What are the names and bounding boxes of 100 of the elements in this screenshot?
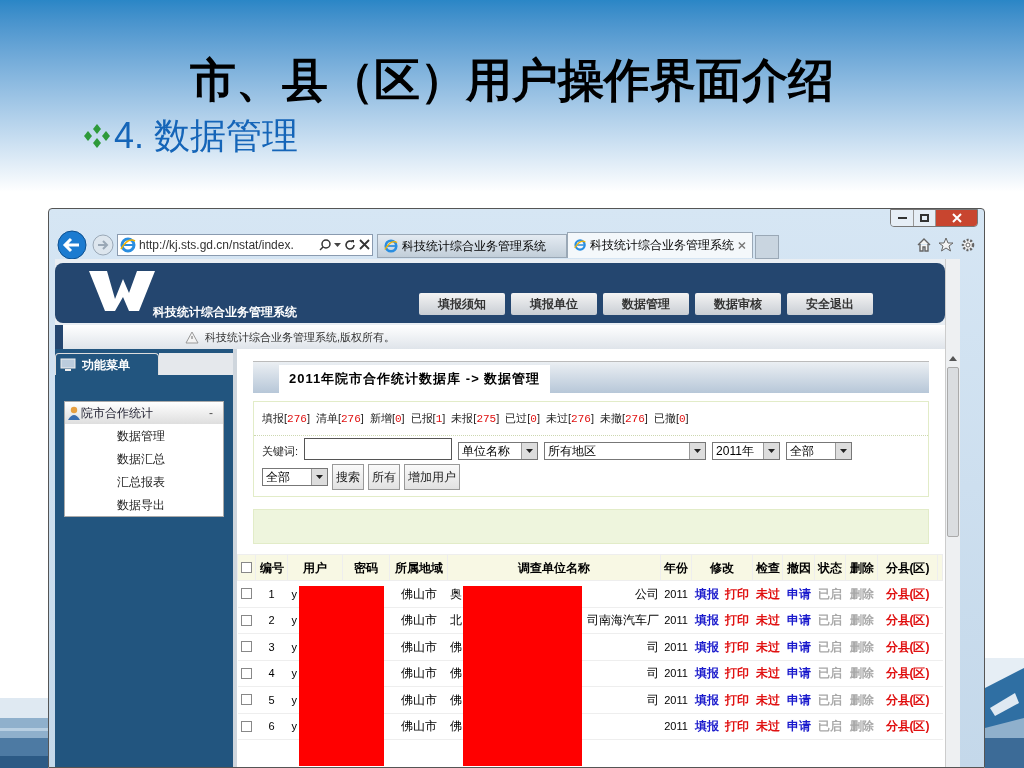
nav-button[interactable]: 安全退出	[787, 293, 873, 315]
table-link[interactable]: 申请	[786, 639, 811, 654]
table-link[interactable]: 未过	[755, 666, 780, 681]
minimize-button[interactable]	[891, 210, 913, 226]
settings-icon[interactable]	[960, 236, 976, 253]
table-link[interactable]: 打印	[725, 637, 750, 656]
stat-count: 未撤[276]	[599, 410, 648, 427]
table-link[interactable]: 未过	[755, 613, 780, 628]
dropdown-arrow-icon	[694, 449, 702, 453]
slide-subtitle: 4. 数据管理	[114, 114, 299, 158]
table-link[interactable]: 打印	[725, 717, 750, 736]
dropdown-arrow-icon	[316, 475, 323, 479]
table-cell-text: 北	[449, 612, 462, 630]
table-link[interactable]: 填报	[694, 664, 719, 683]
stop-icon[interactable]	[359, 239, 370, 250]
star-icon[interactable]	[938, 236, 954, 253]
table-link[interactable]: 申请	[786, 666, 811, 681]
table-link[interactable]: 申请	[786, 719, 811, 734]
table-cell-text: 司	[646, 638, 659, 656]
table-link[interactable]: 填报	[694, 611, 719, 630]
menu-item[interactable]: 数据汇总	[65, 447, 223, 470]
column-header: 密码	[342, 554, 390, 581]
dropdown[interactable]: 2011年	[712, 442, 781, 460]
checkbox[interactable]	[241, 720, 252, 732]
table-link[interactable]: 申请	[786, 692, 811, 707]
form-button[interactable]: 所有	[368, 464, 400, 490]
column-header: 修改	[691, 554, 753, 581]
table-cell: 2011	[660, 580, 692, 607]
dropdown[interactable]: 全部	[262, 468, 328, 486]
nav-button[interactable]: 数据审核	[695, 293, 781, 315]
scroll-up-icon[interactable]	[949, 355, 957, 361]
checkbox[interactable]	[241, 667, 252, 679]
scrollbar[interactable]	[945, 259, 960, 767]
close-tab-icon[interactable]	[738, 240, 746, 250]
table-cell: 5	[255, 686, 288, 713]
table-link[interactable]: 未过	[755, 719, 780, 734]
table-link[interactable]: 申请	[786, 586, 811, 601]
menu-tab[interactable]: 功能菜单	[55, 353, 159, 375]
back-button[interactable]	[55, 229, 89, 260]
table-cell-text: 佛	[449, 638, 462, 656]
menu-item[interactable]: 汇总报表	[65, 470, 223, 493]
maximize-button[interactable]	[913, 210, 935, 226]
menu-group-header[interactable]: 院市合作统计 -	[65, 402, 223, 424]
nav-button[interactable]: 填报须知	[419, 293, 505, 315]
checkbox[interactable]	[241, 588, 252, 600]
table-cell: 2011	[660, 713, 692, 740]
menu-item[interactable]: 数据管理	[65, 424, 223, 447]
dropdown-icon[interactable]	[334, 241, 341, 248]
table-link[interactable]: 填报	[694, 717, 719, 736]
dropdown[interactable]: 所有地区	[544, 442, 707, 460]
browser-tab[interactable]: 科技统计综合业务管理系统	[377, 233, 567, 258]
table-link[interactable]: 未过	[755, 639, 780, 654]
column-header: 调查单位名称	[447, 554, 661, 581]
table-link[interactable]: 打印	[725, 611, 750, 630]
table-cell: 佛山市	[389, 686, 448, 713]
checkbox[interactable]	[241, 562, 252, 573]
table-link[interactable]: 填报	[694, 584, 719, 603]
refresh-icon[interactable]	[344, 238, 356, 251]
checkbox[interactable]	[241, 694, 252, 706]
stat-count: 已撤[0]	[653, 410, 689, 427]
checkbox[interactable]	[241, 641, 252, 653]
table-cell-text: 佛	[449, 691, 462, 709]
dropdown[interactable]: 单位名称	[458, 442, 539, 460]
table-cell: y	[287, 713, 343, 740]
keyword-input[interactable]	[304, 438, 453, 460]
table-link[interactable]: 分县(区)	[885, 692, 930, 707]
column-header: 分县(区)	[877, 554, 938, 581]
checkbox[interactable]	[241, 614, 252, 626]
search-icon[interactable]	[319, 238, 331, 251]
nav-button[interactable]: 填报单位	[511, 293, 597, 315]
stat-count: 已过[0]	[505, 410, 540, 427]
table-link[interactable]: 未过	[755, 586, 780, 601]
table-cell: 4	[255, 660, 288, 687]
form-button[interactable]: 搜索	[332, 464, 364, 490]
table-cell: y	[287, 686, 343, 713]
menu-item[interactable]: 数据导出	[65, 493, 223, 516]
table-link[interactable]: 未过	[755, 692, 780, 707]
table-link[interactable]: 打印	[725, 584, 750, 603]
form-button[interactable]: 增加用户	[404, 464, 460, 490]
table-link[interactable]: 分县(区)	[885, 586, 930, 601]
close-icon	[951, 213, 962, 223]
home-icon[interactable]	[916, 236, 932, 253]
table-link[interactable]: 分县(区)	[885, 719, 930, 734]
table-link[interactable]: 填报	[694, 637, 719, 656]
dropdown[interactable]: 全部	[786, 442, 853, 460]
browser-tab[interactable]: 科技统计综合业务管理系统	[567, 231, 753, 258]
table-link[interactable]: 填报	[694, 690, 719, 709]
stat-count: 清单[276]	[315, 410, 364, 427]
table-link[interactable]: 分县(区)	[885, 639, 930, 654]
table-link[interactable]: 分县(区)	[885, 666, 930, 681]
table-link[interactable]: 分县(区)	[885, 613, 930, 628]
table-cell: 2	[255, 607, 288, 634]
nav-button[interactable]: 数据管理	[603, 293, 689, 315]
table-link[interactable]: 打印	[725, 664, 750, 683]
table-link[interactable]: 打印	[725, 690, 750, 709]
address-bar[interactable]: http://kj.sts.gd.cn/nstat/index.	[117, 233, 373, 256]
user-icon	[67, 406, 81, 420]
table-link[interactable]: 申请	[786, 613, 811, 628]
column-header: 撤因	[782, 554, 815, 581]
close-button[interactable]	[935, 210, 977, 226]
